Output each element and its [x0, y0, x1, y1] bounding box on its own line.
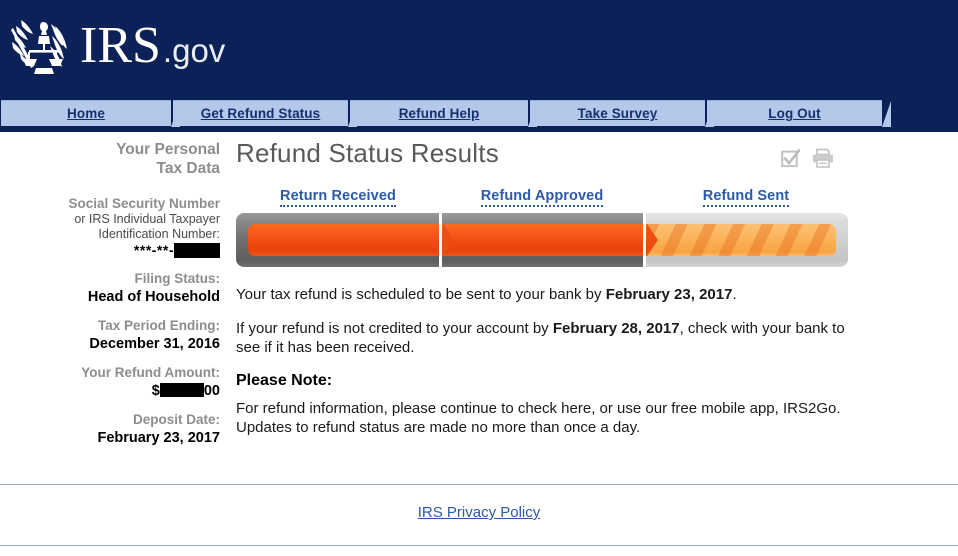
- field-ssn-sublabel-line2: Identification Number:: [98, 227, 220, 241]
- field-tax-period-ending-value: December 31, 2016: [89, 335, 220, 352]
- footer-rule-bottom: [0, 545, 958, 546]
- nav-link-refund-help[interactable]: Refund Help: [399, 106, 480, 121]
- sidebar-heading: Your Personal Tax Data: [0, 140, 220, 178]
- field-deposit-date-value: February 23, 2017: [97, 429, 220, 446]
- refund-message-block: Your tax refund is scheduled to be sent …: [236, 285, 856, 437]
- site-header: IRS .gov: [0, 0, 958, 96]
- redaction-block-amount: [159, 382, 204, 397]
- tracker-chevron-1: [443, 224, 454, 256]
- field-tax-period-ending-label: Tax Period Ending:: [97, 317, 220, 333]
- field-ssn-label: Social Security Number: [68, 196, 220, 211]
- tracker-step-refund-sent[interactable]: Refund Sent: [644, 188, 848, 207]
- brand-suffix-text: .gov: [162, 31, 226, 69]
- nav-item-refund-help[interactable]: Refund Help: [350, 100, 537, 127]
- tracker-divider-1: [439, 213, 442, 267]
- irs-brand-logo[interactable]: IRS .gov: [10, 10, 225, 86]
- nav-link-get-refund-status[interactable]: Get Refund Status: [201, 106, 320, 121]
- refund-not-credited-paragraph: If your refund is not credited to your a…: [236, 319, 856, 357]
- refund-not-credited-date: February 28, 2017: [552, 320, 680, 337]
- tracker-step-refund-approved[interactable]: Refund Approved: [440, 188, 644, 207]
- main-content: Refund Status Results Return Received Re…: [232, 132, 946, 437]
- redaction-block-ssn: [174, 242, 220, 258]
- field-deposit-date-label: Deposit Date:: [132, 411, 220, 427]
- nav-item-get-refund-status[interactable]: Get Refund Status: [173, 100, 357, 127]
- sidebar-heading-line1: Your Personal: [116, 141, 220, 158]
- refund-not-credited-text-before: If your refund is not credited to your a…: [236, 320, 553, 337]
- refund-scheduled-paragraph: Your tax refund is scheduled to be sent …: [236, 285, 856, 304]
- tracker-fill-segment-2: [443, 224, 658, 256]
- nav-link-log-out[interactable]: Log Out: [768, 106, 820, 121]
- irs-seal-icon: [11, 20, 67, 74]
- tracker-step-labels: Return Received Refund Approved Refund S…: [236, 188, 848, 207]
- nav-item-home[interactable]: Home: [1, 100, 180, 127]
- content-action-icons: [781, 148, 834, 168]
- tracker-divider-2: [643, 213, 646, 267]
- refund-status-tracker: Return Received Refund Approved Refund S…: [232, 188, 946, 267]
- footer-links: IRS Privacy Policy: [0, 485, 958, 545]
- printer-icon[interactable]: [812, 148, 834, 168]
- irs-privacy-policy-link[interactable]: IRS Privacy Policy: [418, 504, 541, 521]
- field-refund-amount-label: Your Refund Amount:: [81, 364, 220, 380]
- refund-scheduled-date: February 23, 2017: [605, 286, 733, 303]
- site-footer: IRS Privacy Policy: [0, 484, 958, 556]
- field-ssn-value: ***-**-: [0, 242, 220, 259]
- field-ssn: Social Security Number or IRS Individual…: [0, 196, 220, 259]
- field-filing-status-value: Head of Household: [87, 288, 220, 305]
- nav-item-take-survey[interactable]: Take Survey: [530, 100, 714, 127]
- refund-scheduled-text-after: .: [732, 286, 737, 303]
- field-refund-amount: Your Refund Amount: $00: [0, 365, 220, 400]
- sidebar-heading-line2: Tax Data: [156, 160, 220, 177]
- refund-amount-cents: 00: [203, 382, 220, 399]
- field-ssn-sublabel-line1: or IRS Individual Taxpayer: [74, 212, 220, 226]
- refund-scheduled-text-before: Your tax refund is scheduled to be sent …: [236, 286, 606, 303]
- checkbox-checked-icon[interactable]: [781, 148, 801, 168]
- tracker-chevron-2: [647, 224, 658, 256]
- field-filing-status-label: Filing Status:: [134, 270, 221, 286]
- field-filing-status: Filing Status: Head of Household: [0, 271, 220, 306]
- tracker-step-refund-approved-label: Refund Approved: [480, 188, 604, 207]
- personal-tax-data-sidebar: Your Personal Tax Data Social Security N…: [0, 132, 224, 459]
- field-deposit-date: Deposit Date: February 23, 2017: [0, 412, 220, 447]
- tracker-step-return-received[interactable]: Return Received: [236, 188, 440, 207]
- please-note-text: For refund information, please continue …: [236, 400, 841, 436]
- page-title: Refund Status Results: [236, 138, 499, 168]
- please-note-heading: Please Note:: [236, 372, 333, 389]
- currency-symbol: $: [151, 382, 160, 399]
- tracker-fill-segment-1: [248, 224, 454, 256]
- brand-primary-text: IRS: [80, 16, 161, 74]
- nav-link-home[interactable]: Home: [67, 106, 105, 121]
- content-header: Refund Status Results: [232, 136, 946, 182]
- field-tax-period-ending: Tax Period Ending: December 31, 2016: [0, 318, 220, 353]
- tracker-step-refund-sent-label: Refund Sent: [702, 188, 790, 207]
- field-refund-amount-value: $00: [0, 382, 220, 400]
- irs-wordmark: IRS .gov: [80, 16, 226, 77]
- tracker-step-return-received-label: Return Received: [280, 188, 396, 207]
- tracker-fill-row: [248, 224, 836, 256]
- nav-item-log-out[interactable]: Log Out: [707, 100, 891, 127]
- tracker-progress-bar: [236, 213, 848, 267]
- field-ssn-masked-digits: ***-**-: [133, 242, 174, 258]
- page-body: Your Personal Tax Data Social Security N…: [0, 132, 958, 484]
- main-navigation: Home Get Refund Status Refund Help Take …: [0, 96, 958, 132]
- tracker-fill-segment-3: [647, 224, 836, 256]
- nav-link-take-survey[interactable]: Take Survey: [578, 106, 658, 121]
